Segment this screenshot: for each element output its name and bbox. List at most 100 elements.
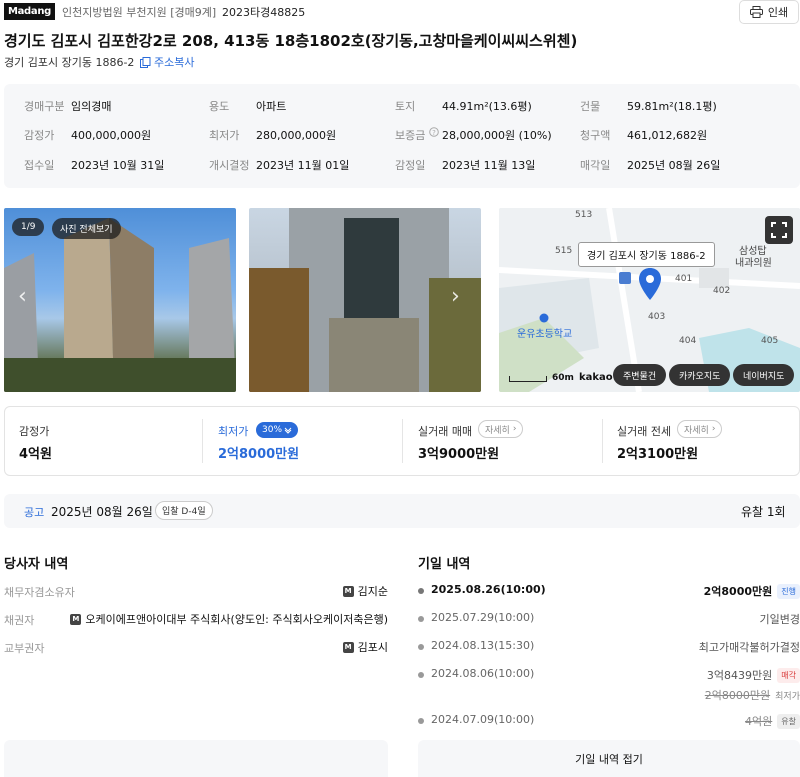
school-icon	[539, 312, 549, 326]
info-appraisal: 감정가 400,000,000원	[24, 127, 151, 143]
jeonse-label: 실거래 전세	[617, 425, 672, 438]
info-building: 건물 59.81m²(18.1평)	[580, 98, 717, 114]
jeonse-value: 2억3100만원	[617, 447, 699, 462]
info-value: 280,000,000원	[256, 129, 337, 142]
copy-address-button[interactable]: 주소복사	[140, 54, 194, 70]
map-label-513: 513	[575, 210, 593, 220]
jeonse-detail-button[interactable]: 자세히 ›	[677, 420, 723, 438]
info-label: 감정가	[24, 129, 55, 142]
price-summary: 감정가 4억원 최저가 30% 2억8000만원 실거래 매매 자세히 › 3억…	[4, 406, 800, 476]
nearby-items-button[interactable]: 주변물건	[613, 364, 667, 386]
status-badge: 유찰	[777, 713, 800, 729]
prev-photo-icon[interactable]: ‹	[18, 284, 27, 309]
m-badge: M	[342, 641, 354, 653]
notice-bar: 공고 2025년 08월 26일 입찰 D-4일 유찰 1회	[4, 494, 800, 528]
sale-label: 실거래 매매	[418, 425, 473, 438]
info-value: 2023년 11월 01일	[256, 159, 350, 172]
bullet-icon	[418, 644, 424, 650]
bus-stop-icon	[619, 272, 631, 287]
sale-detail-button[interactable]: 자세히 ›	[478, 420, 524, 438]
actual-jeonse-price: 실거래 전세 자세히 › 2억3100만원	[617, 407, 797, 475]
info-label: 보증금	[395, 129, 426, 142]
date-row: 2025.07.29(10:00) 기일변경	[418, 610, 800, 628]
party-role: 채무자겸소유자	[4, 586, 75, 599]
map-label-405: 405	[761, 336, 779, 346]
info-label: 토지	[395, 100, 416, 113]
print-label: 인쇄	[767, 6, 789, 19]
party-role: 교부권자	[4, 642, 45, 655]
parties-footer	[4, 740, 388, 777]
min-value: 2억8000만원	[218, 447, 300, 462]
map-label-school: 운유초등학교	[517, 329, 573, 340]
case-number: 2023타경48825	[222, 6, 306, 19]
map-label-401: 401	[675, 274, 693, 284]
map-address-popup: 경기 김포시 장기동 1886-2	[578, 242, 715, 267]
view-all-photos-button[interactable]: 사진 전체보기	[52, 218, 121, 239]
sale-detail-label: 자세히	[485, 425, 510, 436]
date-result-text: 2억8000만원	[703, 585, 773, 598]
info-label: 개시결정	[209, 159, 250, 172]
next-photo-icon[interactable]: ›	[451, 284, 460, 309]
location-map[interactable]: 513 515 401 402 403 404 405 삼성탑 내과의원 운유초…	[499, 208, 800, 392]
date-result-text: 3억8439만원	[706, 669, 773, 682]
kakao-map-button[interactable]: 카카오지도	[669, 364, 731, 386]
party-row: 교부권자 M 김포시	[4, 638, 388, 656]
naver-map-button[interactable]: 네이버지도	[733, 364, 795, 386]
info-claim: 청구액 461,012,682원	[580, 127, 707, 143]
expand-icon	[771, 222, 787, 238]
appraisal-label: 감정가	[19, 425, 50, 438]
map-fullscreen-button[interactable]	[765, 216, 793, 244]
info-received: 접수일 2023년 10월 31일	[24, 157, 164, 173]
collapse-dates-button[interactable]: 기일 내역 접기	[418, 740, 800, 777]
printer-icon	[749, 6, 763, 18]
date-result: 2억8000만원 진행	[704, 583, 800, 599]
date-result: 4억원 유찰	[745, 713, 800, 729]
sale-value: 3억9000만원	[418, 447, 500, 462]
status-badge: 진행	[777, 583, 800, 599]
info-label: 최저가	[209, 129, 240, 142]
date-row: 2024.08.06(10:00) 3억8439만원 매각	[418, 666, 800, 684]
chevron-right-icon: ›	[711, 424, 716, 434]
date-result: 기일변경	[759, 613, 800, 626]
print-button[interactable]: 인쇄	[739, 0, 799, 24]
property-photo-2[interactable]: ›	[249, 208, 481, 392]
info-value: 44.91m²(13.6평)	[442, 100, 532, 113]
bid-dday-badge: 입찰 D-4일	[155, 501, 213, 520]
info-value: 임의경매	[71, 100, 112, 113]
madang-logo[interactable]: Madang	[4, 3, 55, 20]
property-title: 경기도 김포시 김포한강2로 208, 413동 18층1802호(장기동,고창…	[4, 32, 578, 50]
info-label: 건물	[580, 100, 601, 113]
date-text: 2025.07.29(10:00)	[431, 611, 535, 624]
info-label: 경매구분	[24, 100, 65, 113]
photo-counter: 1/9	[12, 218, 45, 236]
bullet-icon	[418, 672, 424, 678]
help-icon[interactable]: ?	[429, 127, 439, 140]
property-photo-1[interactable]: 1/9 사진 전체보기 ‹	[4, 208, 236, 392]
date-result: 최고가매각불허가결정	[698, 641, 800, 654]
min-percent: 30%	[262, 425, 283, 435]
divider	[202, 419, 203, 463]
chevron-down-icon	[284, 427, 292, 434]
kakao-logo: kakao	[579, 372, 613, 383]
bullet-icon	[418, 588, 424, 594]
party-name: M 김지순	[342, 583, 388, 599]
info-deposit: 보증금 ? 28,000,000원 (10%)	[395, 127, 552, 143]
jeonse-detail-label: 자세히	[684, 425, 709, 436]
appraisal-price: 감정가 4억원	[19, 407, 199, 475]
info-value: 59.81m²(18.1평)	[627, 100, 717, 113]
date-text: 2024.07.09(10:00)	[431, 713, 535, 726]
minimum-price: 최저가 30% 2억8000만원	[218, 407, 398, 475]
info-usage: 용도 아파트	[209, 98, 286, 114]
info-label: 청구액	[580, 129, 611, 142]
date-result-text: 4억원	[745, 715, 773, 728]
info-label: 매각일	[580, 159, 611, 172]
info-label: 감정일	[395, 159, 426, 172]
min-percent-badge[interactable]: 30%	[256, 422, 299, 438]
info-auction-type: 경매구분 임의경매	[24, 98, 111, 114]
info-value: 400,000,000원	[71, 129, 152, 142]
auction-info-panel: 경매구분 임의경매 용도 아파트 토지 44.91m²(13.6평) 건물 59…	[4, 84, 800, 188]
m-badge: M	[342, 585, 354, 597]
map-label-515: 515	[555, 246, 573, 256]
info-commence: 개시결정 2023년 11월 01일	[209, 157, 349, 173]
date-text: 2025.08.26(10:00)	[431, 583, 546, 596]
